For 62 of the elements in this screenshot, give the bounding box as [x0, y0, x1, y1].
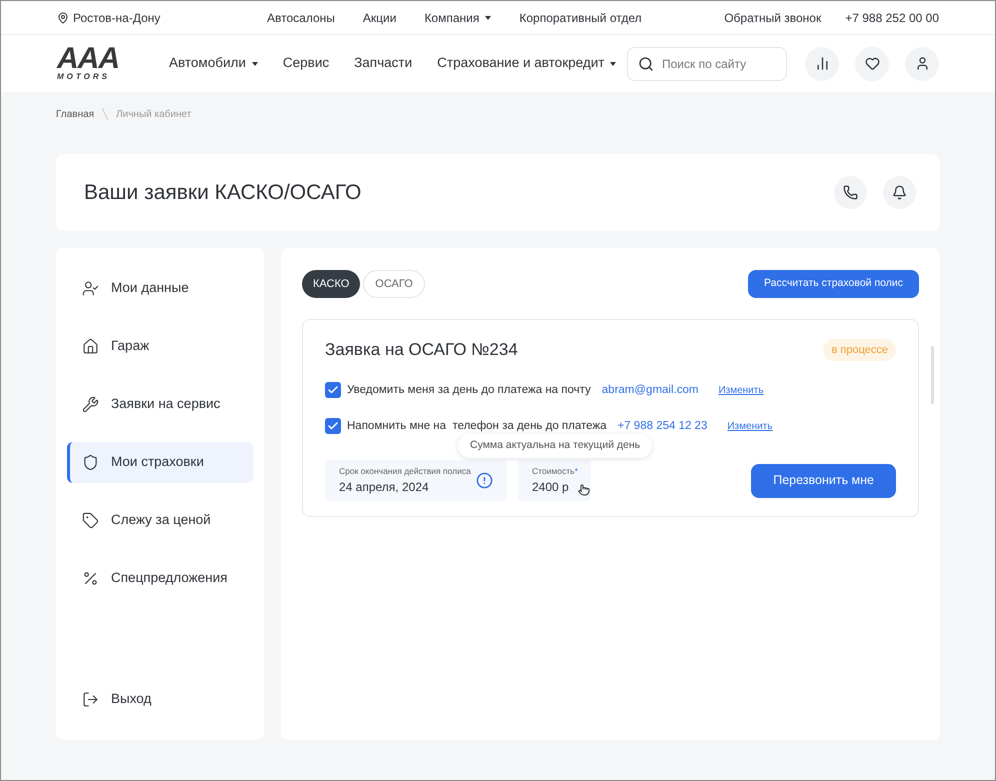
user-icon — [914, 56, 930, 71]
checkbox[interactable] — [325, 418, 341, 434]
option-label: Напомнить мне на телефон за день до платежа — [347, 418, 606, 434]
top-link[interactable]: Компания — [424, 8, 492, 26]
callback-link[interactable]: Обратный звонок — [724, 8, 822, 26]
wrench-icon — [82, 396, 99, 413]
phone-icon — [843, 185, 858, 200]
callback-button[interactable]: Перезвонить мне — [751, 464, 896, 498]
logout-icon — [82, 691, 99, 708]
heart-icon — [864, 56, 880, 71]
top-link[interactable]: Корпоративный отдел — [519, 8, 642, 26]
info-icon[interactable] — [476, 472, 493, 489]
favorites-button[interactable] — [855, 46, 889, 80]
nav-link[interactable]: Запчасти — [354, 53, 412, 74]
house-icon — [82, 338, 99, 355]
call-button[interactable] — [834, 176, 867, 209]
option-label: Уведомить меня за день до платежа на почту — [347, 382, 591, 398]
profile-button[interactable] — [905, 46, 939, 80]
sidebar-item[interactable]: Мои страховки — [67, 442, 253, 483]
sidebar-item[interactable]: Слежу за ценой — [67, 500, 253, 541]
checkbox[interactable] — [325, 382, 341, 398]
user-icon — [82, 280, 99, 297]
notifications-button[interactable] — [883, 176, 916, 209]
sidebar-item[interactable]: Спецпредложения — [67, 558, 253, 599]
change-link[interactable]: Изменить — [718, 382, 764, 398]
calculate-button[interactable]: Рассчитать страховой полис — [748, 270, 919, 298]
shield-icon — [82, 454, 99, 471]
sidebar-item[interactable]: Заявки на сервис — [67, 384, 253, 425]
cost-field: Стоимость* 2400 р — [518, 460, 591, 501]
breadcrumb-link[interactable]: Главная — [56, 106, 94, 122]
page-title: Ваши заявки КАСКО/ОСАГО — [84, 180, 362, 206]
nav-link[interactable]: Автомобили — [169, 53, 258, 74]
city-link[interactable]: Ростов-на-Дону — [73, 8, 160, 26]
breadcrumb-separator-icon — [102, 108, 108, 120]
bell-icon — [892, 185, 907, 200]
compare-button[interactable] — [805, 46, 839, 80]
search-field[interactable]: Поиск по сайту — [627, 46, 787, 80]
request-title: Заявка на ОСАГО №234 — [325, 339, 518, 361]
sidebar-item[interactable]: Мои данные — [67, 268, 253, 309]
scrollbar — [931, 346, 934, 404]
bar-chart-icon — [814, 56, 830, 71]
hand-cursor-icon — [578, 484, 590, 496]
phone-number: +7 988 252 00 00 — [845, 10, 939, 26]
tab[interactable]: ОСАГО — [363, 270, 425, 298]
logo[interactable]: AAA MOTORS — [57, 46, 169, 81]
nav-link[interactable]: Страхование и автокредит — [437, 53, 616, 74]
change-link[interactable]: Изменить — [727, 418, 772, 434]
location-pin-icon — [57, 12, 69, 24]
sidebar-item[interactable]: Гараж — [67, 326, 253, 367]
contact-value: abram@gmail.com — [602, 382, 698, 398]
status-label: в процессе — [823, 338, 896, 361]
tooltip: Сумма актуальна на текущий день — [458, 434, 652, 458]
nav-link[interactable]: Сервис — [282, 53, 330, 74]
percent-icon — [82, 570, 99, 587]
tag-icon — [82, 512, 99, 529]
contact-value: +7 988 254 12 23 — [618, 418, 708, 434]
tab[interactable]: КАСКО — [302, 270, 360, 298]
search-icon — [638, 56, 654, 72]
logout-link[interactable]: Выход — [67, 679, 253, 720]
top-link[interactable]: Автосалоны — [267, 8, 335, 26]
top-link[interactable]: Акции — [362, 8, 396, 26]
expiry-field: Срок окончания действия полиса 24 апреля, 2024 — [325, 460, 507, 501]
